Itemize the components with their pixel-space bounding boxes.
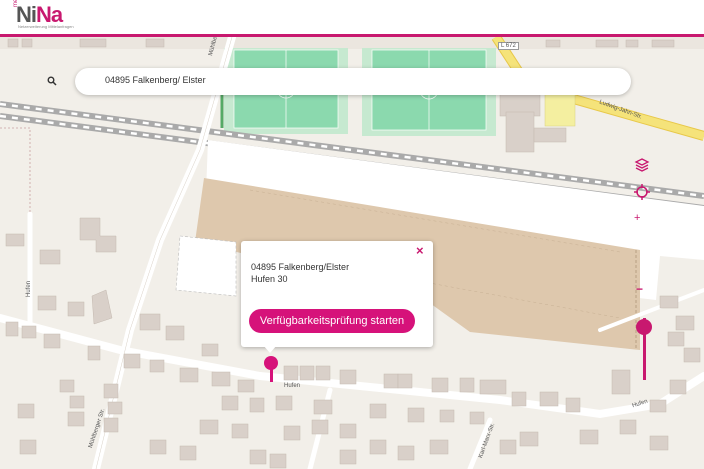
app-header: meine NiNa Netzerweiterung Mittelanfrage… [0,0,704,34]
locate-icon [634,184,650,200]
road-label-l672: L 672 [498,42,519,50]
availability-check-button[interactable]: Verfügbarkeitsprüfung starten [249,309,415,333]
street-label-hufen-vertical: Hufen [26,280,32,297]
popup-address-line2: Hufen 30 [251,274,288,284]
locate-button[interactable] [631,181,653,203]
nina-logo[interactable]: meine NiNa Netzerweiterung Mittelanfrage… [12,0,92,32]
search-input-value: 04895 Falkenberg/ Elster [105,75,206,85]
zoom-out-button[interactable]: − [636,282,643,296]
search-icon[interactable] [47,76,57,86]
street-label-hufen-main: Hufen [284,383,301,389]
zoom-in-button[interactable]: + [634,212,640,224]
close-icon[interactable]: × [416,243,424,258]
search-input[interactable]: 04895 Falkenberg/ Elster [75,68,631,95]
logo-subtitle: Netzerweiterung Mittelanfragen [18,24,74,29]
layers-button[interactable] [631,154,653,176]
layers-icon [634,158,650,172]
zoom-slider-handle[interactable] [636,319,652,335]
location-marker-stem [270,368,273,382]
popup-address-line1: 04895 Falkenberg/Elster [251,262,350,272]
popup-pointer [263,345,277,353]
address-popup: × 04895 Falkenberg/Elster Hufen 30 Verfü… [241,241,433,353]
